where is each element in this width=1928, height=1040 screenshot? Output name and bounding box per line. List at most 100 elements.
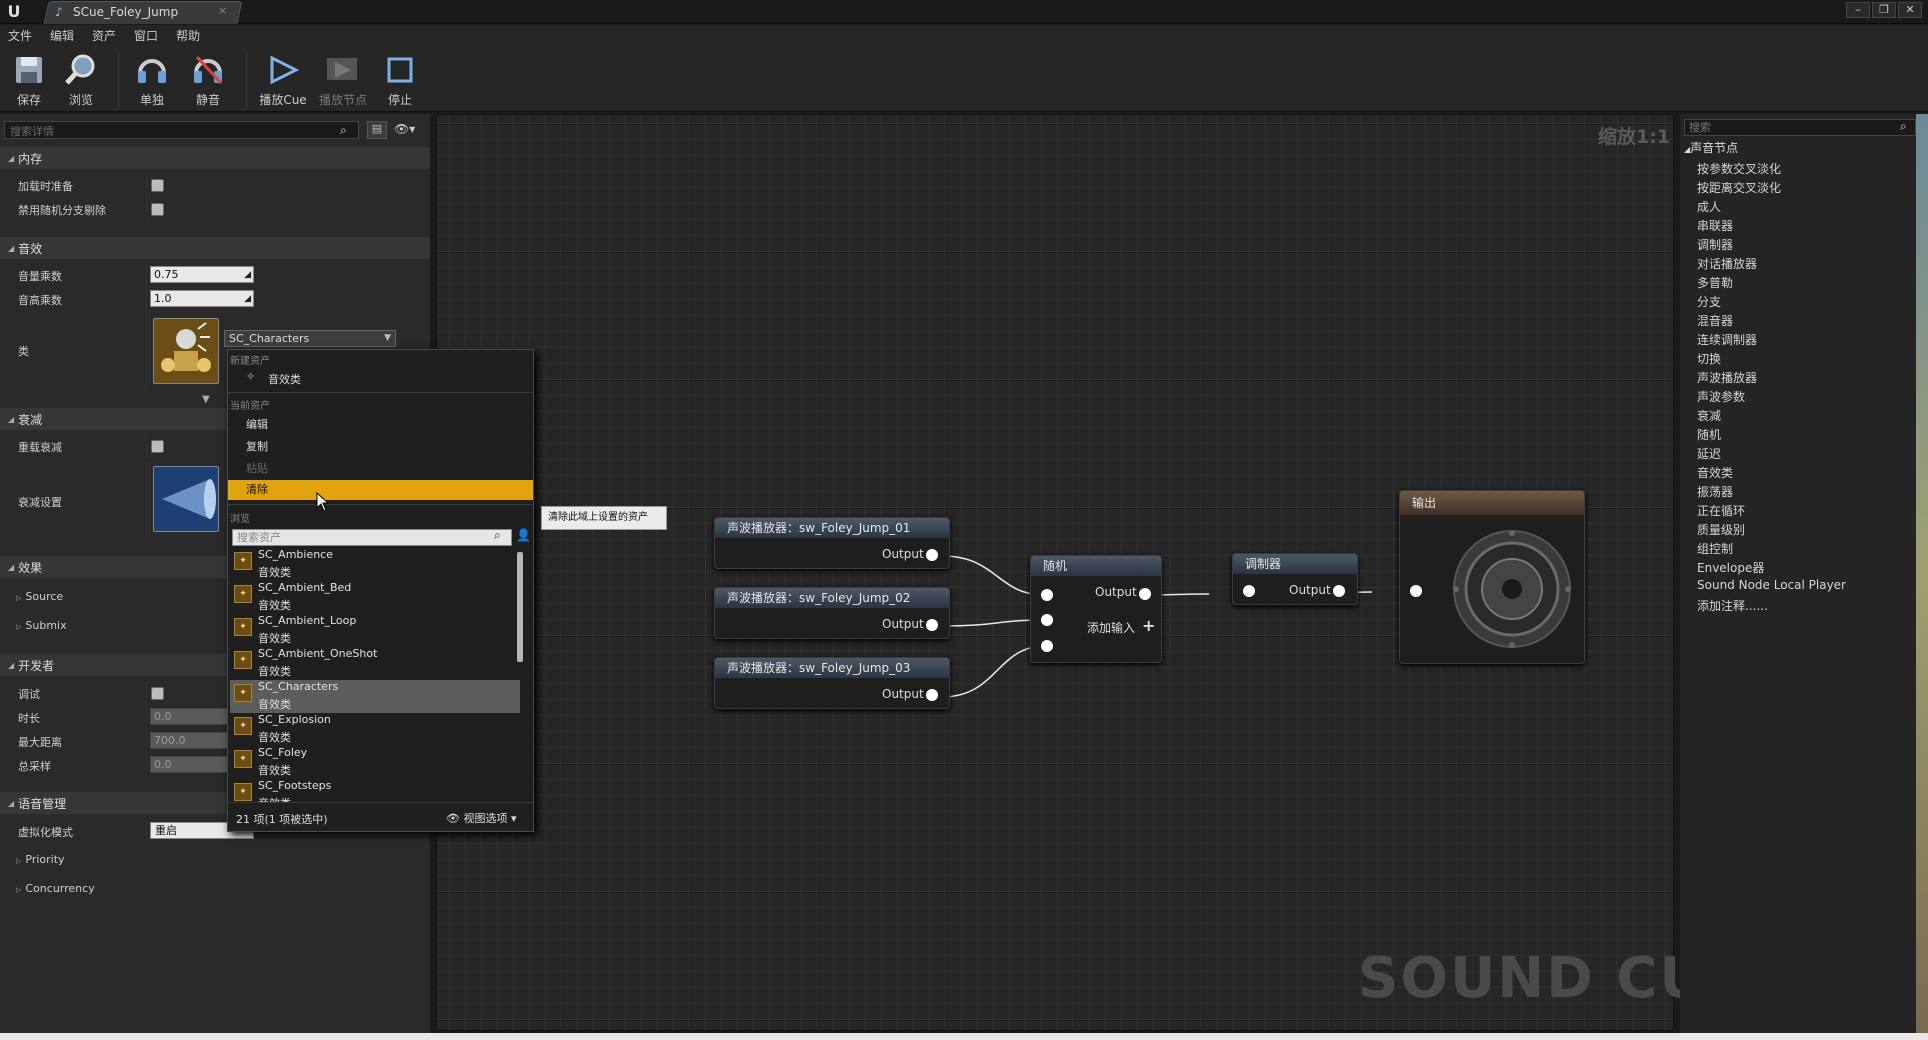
stop-button[interactable]: 停止 — [373, 51, 427, 109]
attenuation-thumbnail[interactable] — [153, 466, 219, 532]
node-modulator[interactable]: 调制器 Output — [1232, 553, 1358, 605]
minimize-button[interactable]: – — [1846, 2, 1870, 18]
sound-class-combo[interactable]: SC_Characters ▼ — [224, 330, 396, 347]
palette-item[interactable]: 添加注释...... — [1697, 597, 1768, 614]
palette-item[interactable]: 分支 — [1697, 293, 1721, 310]
details-search-input[interactable] — [4, 121, 359, 139]
palette-item[interactable]: 混音器 — [1697, 312, 1733, 329]
asset-item[interactable]: ✦ SC_Ambient_OneShot 音效类 — [230, 647, 520, 680]
restore-button[interactable]: ❐ — [1872, 2, 1896, 18]
sound-class-thumbnail[interactable] — [153, 318, 219, 384]
load-ready-checkbox[interactable] — [151, 179, 164, 192]
palette-item[interactable]: 连续调制器 — [1697, 331, 1757, 348]
output-pin-icon[interactable] — [1139, 588, 1151, 600]
disable-random-branch-checkbox[interactable] — [151, 203, 164, 216]
search-icon: ⌕ — [1900, 119, 1907, 133]
palette-item[interactable]: 随机 — [1697, 426, 1721, 443]
asset-item[interactable]: ✦ SC_Ambient_Bed 音效类 — [230, 581, 520, 614]
section-submix[interactable]: ▷ Submix — [16, 619, 67, 632]
asset-item[interactable]: ✦ SC_Foley 音效类 — [230, 746, 520, 779]
close-window-button[interactable]: ✕ — [1898, 2, 1922, 18]
volume-multiplier-input[interactable]: 0.75 ◢ — [150, 266, 254, 283]
input-pin-icon[interactable] — [1243, 585, 1255, 597]
palette-search-input[interactable]: 搜索 — [1684, 119, 1916, 136]
palette-item[interactable]: 切换 — [1697, 350, 1721, 367]
category-sound[interactable]: ◢ 音效 — [0, 237, 430, 259]
menu-edit[interactable]: 编辑 — [50, 27, 74, 44]
new-sound-class-item[interactable]: 音效类 — [268, 371, 301, 387]
menu-file[interactable]: 文件 — [8, 27, 32, 44]
palette-item[interactable]: 延迟 — [1697, 445, 1721, 462]
override-attenuation-checkbox[interactable] — [151, 440, 164, 453]
palette-item[interactable]: 声波播放器 — [1697, 369, 1757, 386]
palette-item[interactable]: 对话播放器 — [1697, 255, 1757, 272]
node-wave-player-1[interactable]: 声波播放器：sw_Foley_Jump_01 Output — [714, 517, 950, 569]
output-pin-icon[interactable] — [1333, 585, 1345, 597]
user-filter-icon[interactable]: 👤 — [516, 528, 531, 542]
save-button[interactable]: 保存 — [2, 51, 56, 109]
menu-window[interactable]: 窗口 — [134, 27, 158, 44]
palette-item[interactable]: 衰减 — [1697, 407, 1721, 424]
unreal-logo-icon[interactable]: U — [4, 2, 24, 22]
section-concurrency[interactable]: ▷ Concurrency — [16, 882, 95, 895]
clear-item[interactable]: 清除 — [228, 480, 533, 500]
input-pin-icon[interactable] — [1041, 640, 1053, 652]
output-pin-icon[interactable] — [926, 549, 938, 561]
asset-item[interactable]: ✦ SC_Ambience 音效类 — [230, 548, 520, 581]
add-input-label[interactable]: 添加输入 — [1087, 619, 1135, 636]
input-pin-icon[interactable] — [1041, 614, 1053, 626]
palette-item[interactable]: 音效类 — [1697, 464, 1733, 481]
palette-item[interactable]: 调制器 — [1697, 236, 1733, 253]
grid-view-icon[interactable]: ▤ — [367, 121, 387, 139]
palette-item[interactable]: 按距离交叉淡化 — [1697, 179, 1781, 196]
asset-search-input[interactable]: 搜索资产 — [232, 529, 512, 546]
category-memory[interactable]: ◢ 内存 — [0, 147, 430, 169]
palette-item[interactable]: 成人 — [1697, 198, 1721, 215]
palette-item[interactable]: 串联器 — [1697, 217, 1733, 234]
node-random[interactable]: 随机 Output 添加输入 + — [1030, 555, 1162, 663]
debug-checkbox[interactable] — [151, 687, 164, 700]
mute-button[interactable]: 静音 — [181, 51, 235, 109]
palette-item[interactable]: 声波参数 — [1697, 388, 1745, 405]
browse-button[interactable]: 浏览 — [54, 51, 108, 109]
output-pin-icon[interactable] — [926, 689, 938, 701]
pitch-multiplier-input[interactable]: 1.0 ◢ — [150, 290, 254, 307]
expand-arrow-icon[interactable]: ▼ — [202, 394, 210, 405]
output-pin-icon[interactable] — [926, 619, 938, 631]
copy-item[interactable]: 复制 — [246, 438, 268, 454]
solo-button[interactable]: 单独 — [125, 51, 179, 109]
asset-list-scrollbar[interactable] — [517, 552, 523, 662]
palette-item[interactable]: Envelope器 — [1697, 559, 1764, 576]
palette-item[interactable]: 按参数交叉淡化 — [1697, 160, 1781, 177]
node-wave-player-2[interactable]: 声波播放器：sw_Foley_Jump_02 Output — [714, 587, 950, 639]
menu-help[interactable]: 帮助 — [176, 27, 200, 44]
asset-item-selected[interactable]: ✦ SC_Characters 音效类 — [230, 680, 520, 713]
eye-visibility-icon[interactable]: 👁▾ — [394, 122, 415, 136]
node-wave-player-3[interactable]: 声波播放器：sw_Foley_Jump_03 Output — [714, 657, 950, 709]
section-priority[interactable]: ▷ Priority — [16, 853, 65, 866]
add-plus-icon[interactable]: + — [1142, 616, 1155, 635]
input-pin-icon[interactable] — [1410, 585, 1422, 597]
palette-item[interactable]: 质量级别 — [1697, 521, 1745, 538]
palette-item[interactable]: 多普勒 — [1697, 274, 1733, 291]
play-cue-button[interactable]: 播放Cue — [256, 51, 310, 109]
paste-item[interactable]: 粘贴 — [246, 460, 268, 476]
asset-item[interactable]: ✦SC_Footsteps音效类 — [230, 779, 520, 802]
palette-item[interactable]: 振荡器 — [1697, 483, 1733, 500]
asset-item[interactable]: ✦ SC_Explosion 音效类 — [230, 713, 520, 746]
palette-item[interactable]: Sound Node Local Player — [1697, 578, 1846, 592]
mute-icon — [189, 51, 227, 89]
palette-category[interactable]: ◢声音节点 — [1684, 139, 1738, 156]
view-options-button[interactable]: 👁 视图选项 ▾ — [446, 810, 517, 826]
palette-item[interactable]: 组控制 — [1697, 540, 1733, 557]
menu-asset[interactable]: 资产 — [92, 27, 116, 44]
close-tab-icon[interactable]: × — [218, 4, 227, 17]
node-output[interactable]: 输出 — [1399, 490, 1585, 664]
section-source[interactable]: ▷ Source — [16, 590, 63, 603]
edit-item[interactable]: 编辑 — [246, 416, 268, 432]
asset-item[interactable]: ✦ SC_Ambient_Loop 音效类 — [230, 614, 520, 647]
palette-item[interactable]: 正在循环 — [1697, 502, 1745, 519]
play-node-button[interactable]: 播放节点 — [316, 51, 370, 109]
input-pin-icon[interactable] — [1041, 589, 1053, 601]
asset-list: ✦ SC_Ambience 音效类 ✦ SC_Ambient_Bed 音效类 ✦ SC_A… — [228, 548, 525, 802]
